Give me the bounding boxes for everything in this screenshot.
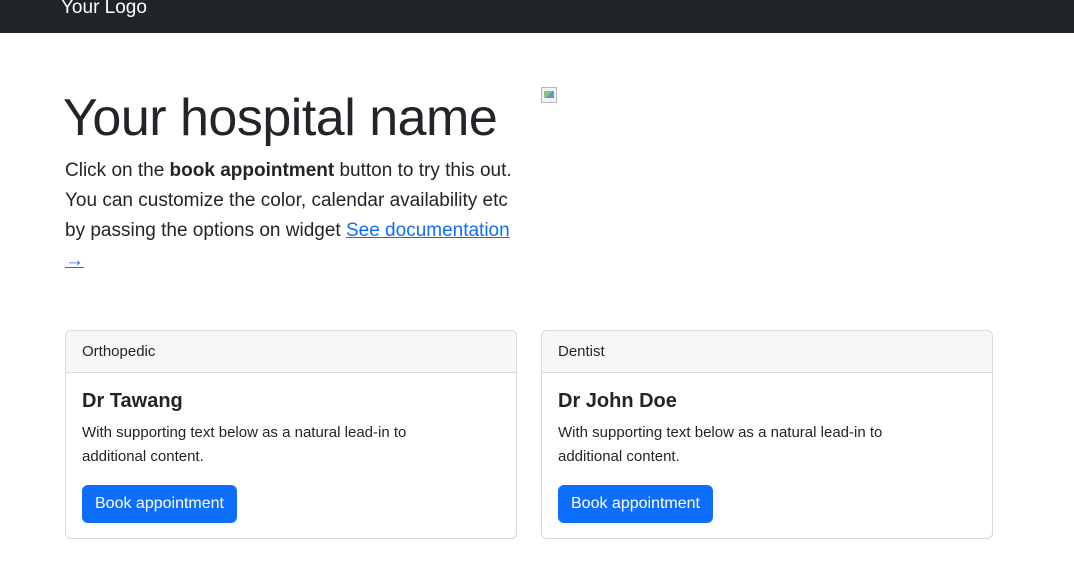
book-appointment-emphasis: book appointment bbox=[169, 160, 335, 181]
card-category-orthopedic: Orthopedic bbox=[66, 331, 516, 373]
hospital-name-heading: Your hospital name bbox=[63, 89, 498, 147]
doctor-description-john-doe: With supporting text below as a natural … bbox=[558, 424, 883, 465]
book-appointment-button-john-doe[interactable]: Book appointment bbox=[558, 485, 713, 523]
card-body-dentist: Dr John Doe With supporting text below a… bbox=[542, 373, 992, 538]
broken-image-icon bbox=[541, 87, 557, 103]
doctor-description-tawang: With supporting text below as a natural … bbox=[82, 424, 407, 465]
card-category-dentist: Dentist bbox=[542, 331, 992, 373]
doctor-name-john-doe: Dr John Doe bbox=[558, 390, 677, 412]
card-body-orthopedic: Dr Tawang With supporting text below as … bbox=[66, 373, 516, 538]
top-navbar: Your Logo bbox=[0, 0, 1074, 33]
book-appointment-button-tawang[interactable]: Book appointment bbox=[82, 485, 237, 523]
hero-description-before: Click on the bbox=[65, 160, 170, 181]
doctor-name-tawang: Dr Tawang bbox=[82, 390, 183, 412]
doctor-card-orthopedic: Orthopedic Dr Tawang With supporting tex… bbox=[65, 330, 517, 539]
doctor-card-dentist: Dentist Dr John Doe With supporting text… bbox=[541, 330, 993, 539]
brand-logo-link[interactable]: Your Logo bbox=[61, 0, 147, 20]
hero-description: Click on the book appointment button to … bbox=[65, 156, 525, 276]
